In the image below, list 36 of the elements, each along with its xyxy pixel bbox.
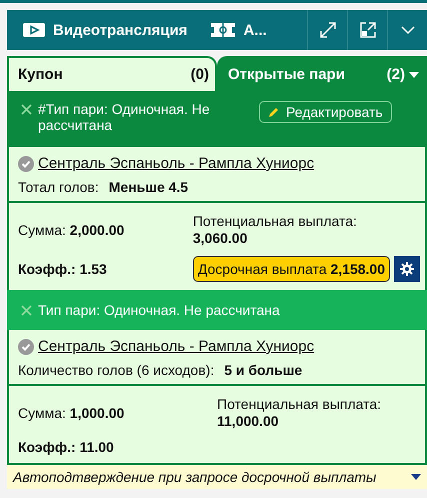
bet-status: #Тип пари: Одиночная. Не рассчитана xyxy=(38,101,211,133)
edit-button[interactable]: Редактировать xyxy=(259,101,392,123)
stake-text: Сумма: 1,000.00 xyxy=(18,405,124,421)
check-icon xyxy=(18,338,34,354)
event-link[interactable]: Сентраль Эспаньоль - Рампла Хуниорс xyxy=(38,338,314,355)
popout-icon xyxy=(358,21,376,39)
caret-icon xyxy=(409,72,419,78)
selection-value: Меньше 4.5 xyxy=(108,179,188,195)
selection-value: 5 и больше xyxy=(224,362,302,378)
play-icon xyxy=(23,23,45,37)
market-label: Количество голов (6 исходов): xyxy=(18,362,214,378)
payout-value: 3,060.00 xyxy=(192,230,248,247)
settings-icon xyxy=(400,262,414,276)
check-icon xyxy=(18,156,34,172)
payout-label: Потенциальная выплата: xyxy=(192,213,358,230)
pitch-icon xyxy=(211,23,236,37)
pencil-icon xyxy=(268,106,280,118)
video-button[interactable]: Видеотрансляция xyxy=(7,10,196,50)
autoconfirm-dropdown[interactable]: Автоподтверждение при запросе досрочной выплаты xyxy=(7,463,427,489)
close-icon[interactable] xyxy=(21,104,32,115)
odds-text: Коэфф.: 11.00 xyxy=(18,439,115,455)
payout-value: 11,000.00 xyxy=(217,413,280,430)
bet-status: Тип пари: Одиночная. Не рассчитана xyxy=(38,302,281,318)
cashout-button[interactable]: Досрочная выплата 2,158.00 xyxy=(192,256,390,282)
caret-icon xyxy=(411,474,421,480)
odds-text: Коэфф.: 1.53 xyxy=(18,261,108,277)
expand-icon xyxy=(318,21,336,39)
chevron-down-icon xyxy=(400,25,416,35)
stake-text: Сумма: 2,000.00 xyxy=(18,222,124,238)
settings-button[interactable] xyxy=(394,256,420,282)
tab[interactable]: Открытые пари (2) xyxy=(217,56,427,91)
payout-label: Потенциальная выплата: xyxy=(217,396,382,413)
event-link[interactable]: Сентраль Эспаньоль - Рампла Хуниорс xyxy=(38,155,314,172)
market-label: Тотал голов: xyxy=(18,179,99,195)
tab[interactable]: Купон (0) xyxy=(7,56,217,91)
field-button[interactable]: А... xyxy=(195,10,275,50)
